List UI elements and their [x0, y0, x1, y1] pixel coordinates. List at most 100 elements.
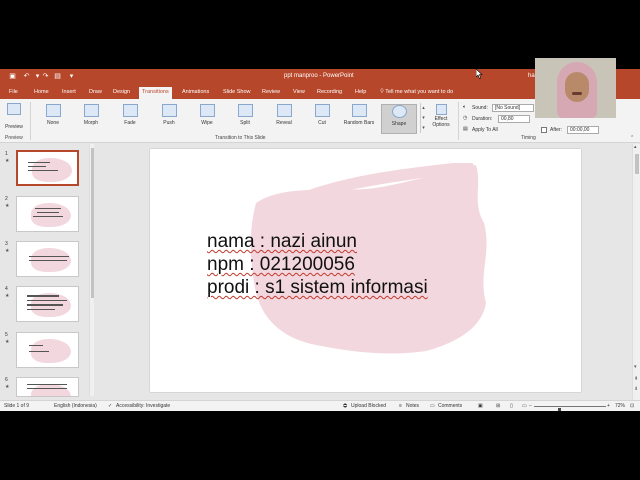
transition-star-icon: ★ [5, 248, 10, 254]
thumb-number: 2 [5, 196, 8, 202]
tab-insert[interactable]: Insert [59, 87, 79, 99]
upload-blocked-status[interactable]: Upload Blocked [351, 403, 386, 410]
language-indicator[interactable]: English (Indonesia) [54, 403, 97, 410]
accessibility-check[interactable]: Accessibility: Investigate [116, 403, 170, 410]
slide-thumbnail-6[interactable] [16, 377, 79, 397]
thumb-line [28, 170, 58, 171]
tab-view[interactable]: View [290, 87, 308, 99]
slide-text-nama[interactable]: nama : nazi ainun [207, 231, 357, 253]
tab-review[interactable]: Review [259, 87, 283, 99]
transition-shape-button[interactable]: Shape [381, 104, 417, 134]
tab-draw[interactable]: Draw [86, 87, 105, 99]
thumb-line [27, 309, 55, 310]
after-checkbox[interactable] [541, 127, 547, 133]
preview-group-label: Preview [5, 135, 23, 141]
slide-thumbnail-5[interactable] [16, 332, 79, 368]
transition-star-icon: ★ [5, 203, 10, 209]
slideshow-view-icon[interactable]: ▭ [522, 403, 527, 410]
scrollbar-thumb[interactable] [91, 148, 94, 298]
transition-split-button[interactable]: Split [229, 104, 261, 134]
push-icon [161, 104, 177, 117]
tab-animations[interactable]: Animations [179, 87, 212, 99]
morph-icon [83, 104, 99, 117]
undo-icon[interactable]: ↶ [22, 72, 31, 81]
slide-thumbnail-3[interactable] [16, 241, 79, 277]
scroll-down-icon[interactable]: ▾ [634, 364, 637, 370]
transition-reveal-button[interactable]: Reveal [268, 104, 300, 134]
slide-text-prodi[interactable]: prodi : s1 sistem informasi [207, 277, 428, 299]
slide-editing-area: nama : nazi ainun npm : 021200056 prodi … [97, 144, 632, 400]
clock-icon: ◷ [463, 115, 468, 121]
transition-random-bars-button[interactable]: Random Bars [343, 104, 375, 134]
slide-scrollbar[interactable]: ▴ ▾ ⇞ ⇟ [632, 144, 640, 400]
redo-icon[interactable]: ↷ [41, 72, 50, 81]
tab-help[interactable]: Help [352, 87, 369, 99]
split-icon [237, 104, 253, 117]
zoom-out-icon[interactable]: − [529, 403, 532, 410]
preview-button[interactable]: Preview [4, 103, 24, 131]
thumb-line [29, 345, 43, 346]
next-slide-icon[interactable]: ⇟ [634, 386, 638, 392]
transition-label: Push [163, 120, 175, 126]
duration-input[interactable]: 00,80 [498, 115, 530, 123]
notes-button[interactable]: Notes [406, 403, 419, 410]
transition-morph-button[interactable]: Morph [75, 104, 107, 134]
effect-options-button[interactable]: Effect Options [428, 104, 454, 134]
window-title: ppt manproo - PowerPoint [284, 73, 354, 79]
zoom-slider[interactable] [534, 406, 606, 411]
slide-thumbnail-4[interactable] [16, 286, 79, 322]
thumb-number: 6 [5, 377, 8, 383]
transition-push-button[interactable]: Push [153, 104, 185, 134]
tab-slide-show[interactable]: Slide Show [220, 87, 254, 99]
thumb-line [33, 216, 63, 217]
cut-icon [314, 104, 330, 117]
transition-group-label: Transition to This Slide [215, 135, 266, 141]
slide-text-npm[interactable]: npm : 021200056 [207, 254, 355, 276]
transition-label: Reveal [276, 120, 292, 126]
zoom-slider-thumb[interactable] [558, 408, 561, 411]
current-slide[interactable]: nama : nazi ainun npm : 021200056 prodi … [150, 149, 581, 392]
divider [458, 102, 459, 140]
slide-sorter-icon[interactable]: ⊞ [496, 403, 500, 410]
scrollbar-thumb[interactable] [635, 154, 639, 174]
transition-fade-button[interactable]: Fade [114, 104, 146, 134]
transition-none-button[interactable]: None [37, 104, 69, 134]
gallery-scroll[interactable]: ▴ ▾ ▾ [420, 103, 426, 133]
thumb-line [27, 295, 59, 297]
tab-transitions[interactable]: Transitions [139, 87, 172, 99]
normal-view-icon[interactable]: ▣ [478, 403, 483, 410]
tell-me-search[interactable]: 💡︎ Tell me what you want to do [380, 87, 453, 98]
thumbnail-scrollbar[interactable] [89, 144, 94, 396]
mouse-cursor-icon [476, 69, 483, 79]
transition-star-icon: ★ [5, 293, 10, 299]
slide-thumbnail-2[interactable] [16, 196, 79, 232]
zoom-level[interactable]: 72% [615, 403, 625, 410]
sound-select[interactable]: [No Sound] [492, 104, 534, 112]
reading-view-icon[interactable]: ▯ [510, 403, 513, 410]
zoom-in-icon[interactable]: + [607, 403, 610, 410]
tab-recording[interactable]: Recording [314, 87, 345, 99]
save-icon[interactable]: ▣ [8, 72, 17, 81]
tab-design[interactable]: Design [110, 87, 133, 99]
collapse-ribbon-icon[interactable]: ⌃ [630, 135, 634, 141]
transition-star-icon: ★ [5, 384, 10, 390]
scroll-up-icon[interactable]: ▴ [634, 144, 637, 150]
transition-wipe-button[interactable]: Wipe [191, 104, 223, 134]
apply-to-all-button[interactable]: Apply To All [472, 127, 498, 133]
slideshow-start-icon[interactable]: ▤ [53, 72, 62, 81]
customize-toolbar-icon[interactable]: ▾ [67, 72, 76, 81]
user-name[interactable]: ha [528, 73, 535, 79]
status-bar: Slide 1 of 9 English (Indonesia) ✓ Acces… [0, 400, 640, 411]
webcam-overlay [535, 58, 616, 118]
tab-home[interactable]: Home [31, 87, 52, 99]
transition-cut-button[interactable]: Cut [306, 104, 338, 134]
previous-slide-icon[interactable]: ⇞ [634, 376, 638, 382]
fit-to-window-icon[interactable]: ⊡ [630, 403, 634, 410]
tab-file[interactable]: File [6, 87, 21, 99]
after-input[interactable]: 00:00,00 [567, 126, 599, 134]
duration-label: Duration: [472, 116, 493, 122]
transition-label: Morph [83, 120, 99, 126]
slide-thumbnail-1[interactable] [16, 150, 79, 186]
thumb-blob [31, 384, 71, 396]
comments-button[interactable]: Comments [438, 403, 462, 410]
